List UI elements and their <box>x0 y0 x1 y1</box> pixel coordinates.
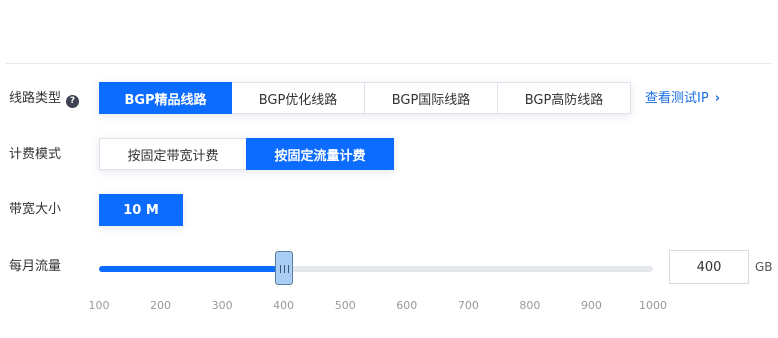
traffic-value-input[interactable] <box>669 250 749 284</box>
bandwidth-label: 带宽大小 <box>9 202 62 217</box>
view-test-ip-link[interactable]: 查看测试IP › <box>645 90 720 108</box>
monthly-traffic-label: 每月流量 <box>9 259 62 274</box>
slider-tick-label: 600 <box>396 299 418 312</box>
section-divider <box>6 63 772 64</box>
chevron-right-icon: › <box>714 91 721 106</box>
line-type-option-bgp-premium[interactable]: BGP精品线路 <box>99 82 232 114</box>
bandwidth-option-10m[interactable]: 10 M <box>99 194 183 226</box>
billing-option-fixed-bandwidth[interactable]: 按固定带宽计费 <box>99 138 247 170</box>
view-test-ip-text: 查看测试IP <box>645 91 709 106</box>
billing-mode-options: 按固定带宽计费 按固定流量计费 <box>99 138 394 170</box>
slider-tick-label: 300 <box>211 299 233 312</box>
slider-tick-label: 100 <box>88 299 110 312</box>
billing-mode-label: 计费模式 <box>9 147 62 162</box>
line-type-option-bgp-optimized[interactable]: BGP优化线路 <box>231 82 365 114</box>
slider-tick-label: 1000 <box>639 299 667 312</box>
traffic-slider-fill <box>99 266 284 272</box>
line-type-option-bgp-international[interactable]: BGP国际线路 <box>364 82 498 114</box>
slider-tick-label: 800 <box>519 299 541 312</box>
slider-tick-label: 900 <box>580 299 602 312</box>
slider-tick-label: 500 <box>334 299 356 312</box>
slider-tick-label: 700 <box>457 299 479 312</box>
billing-option-fixed-traffic[interactable]: 按固定流量计费 <box>246 138 394 170</box>
line-type-option-bgp-high-defense[interactable]: BGP高防线路 <box>497 82 631 114</box>
traffic-unit: GB <box>755 260 773 274</box>
bandwidth-options: 10 M <box>99 194 183 226</box>
slider-tick-label: 400 <box>273 299 295 312</box>
help-icon[interactable]: ? <box>66 95 80 108</box>
line-type-label-text: 线路类型 <box>9 91 62 106</box>
slider-tick-label: 200 <box>150 299 172 312</box>
grip-icon <box>279 265 289 273</box>
line-type-options: BGP精品线路 BGP优化线路 BGP国际线路 BGP高防线路 <box>99 82 631 114</box>
line-type-label: 线路类型? <box>9 90 80 108</box>
traffic-slider-handle[interactable] <box>274 251 293 285</box>
